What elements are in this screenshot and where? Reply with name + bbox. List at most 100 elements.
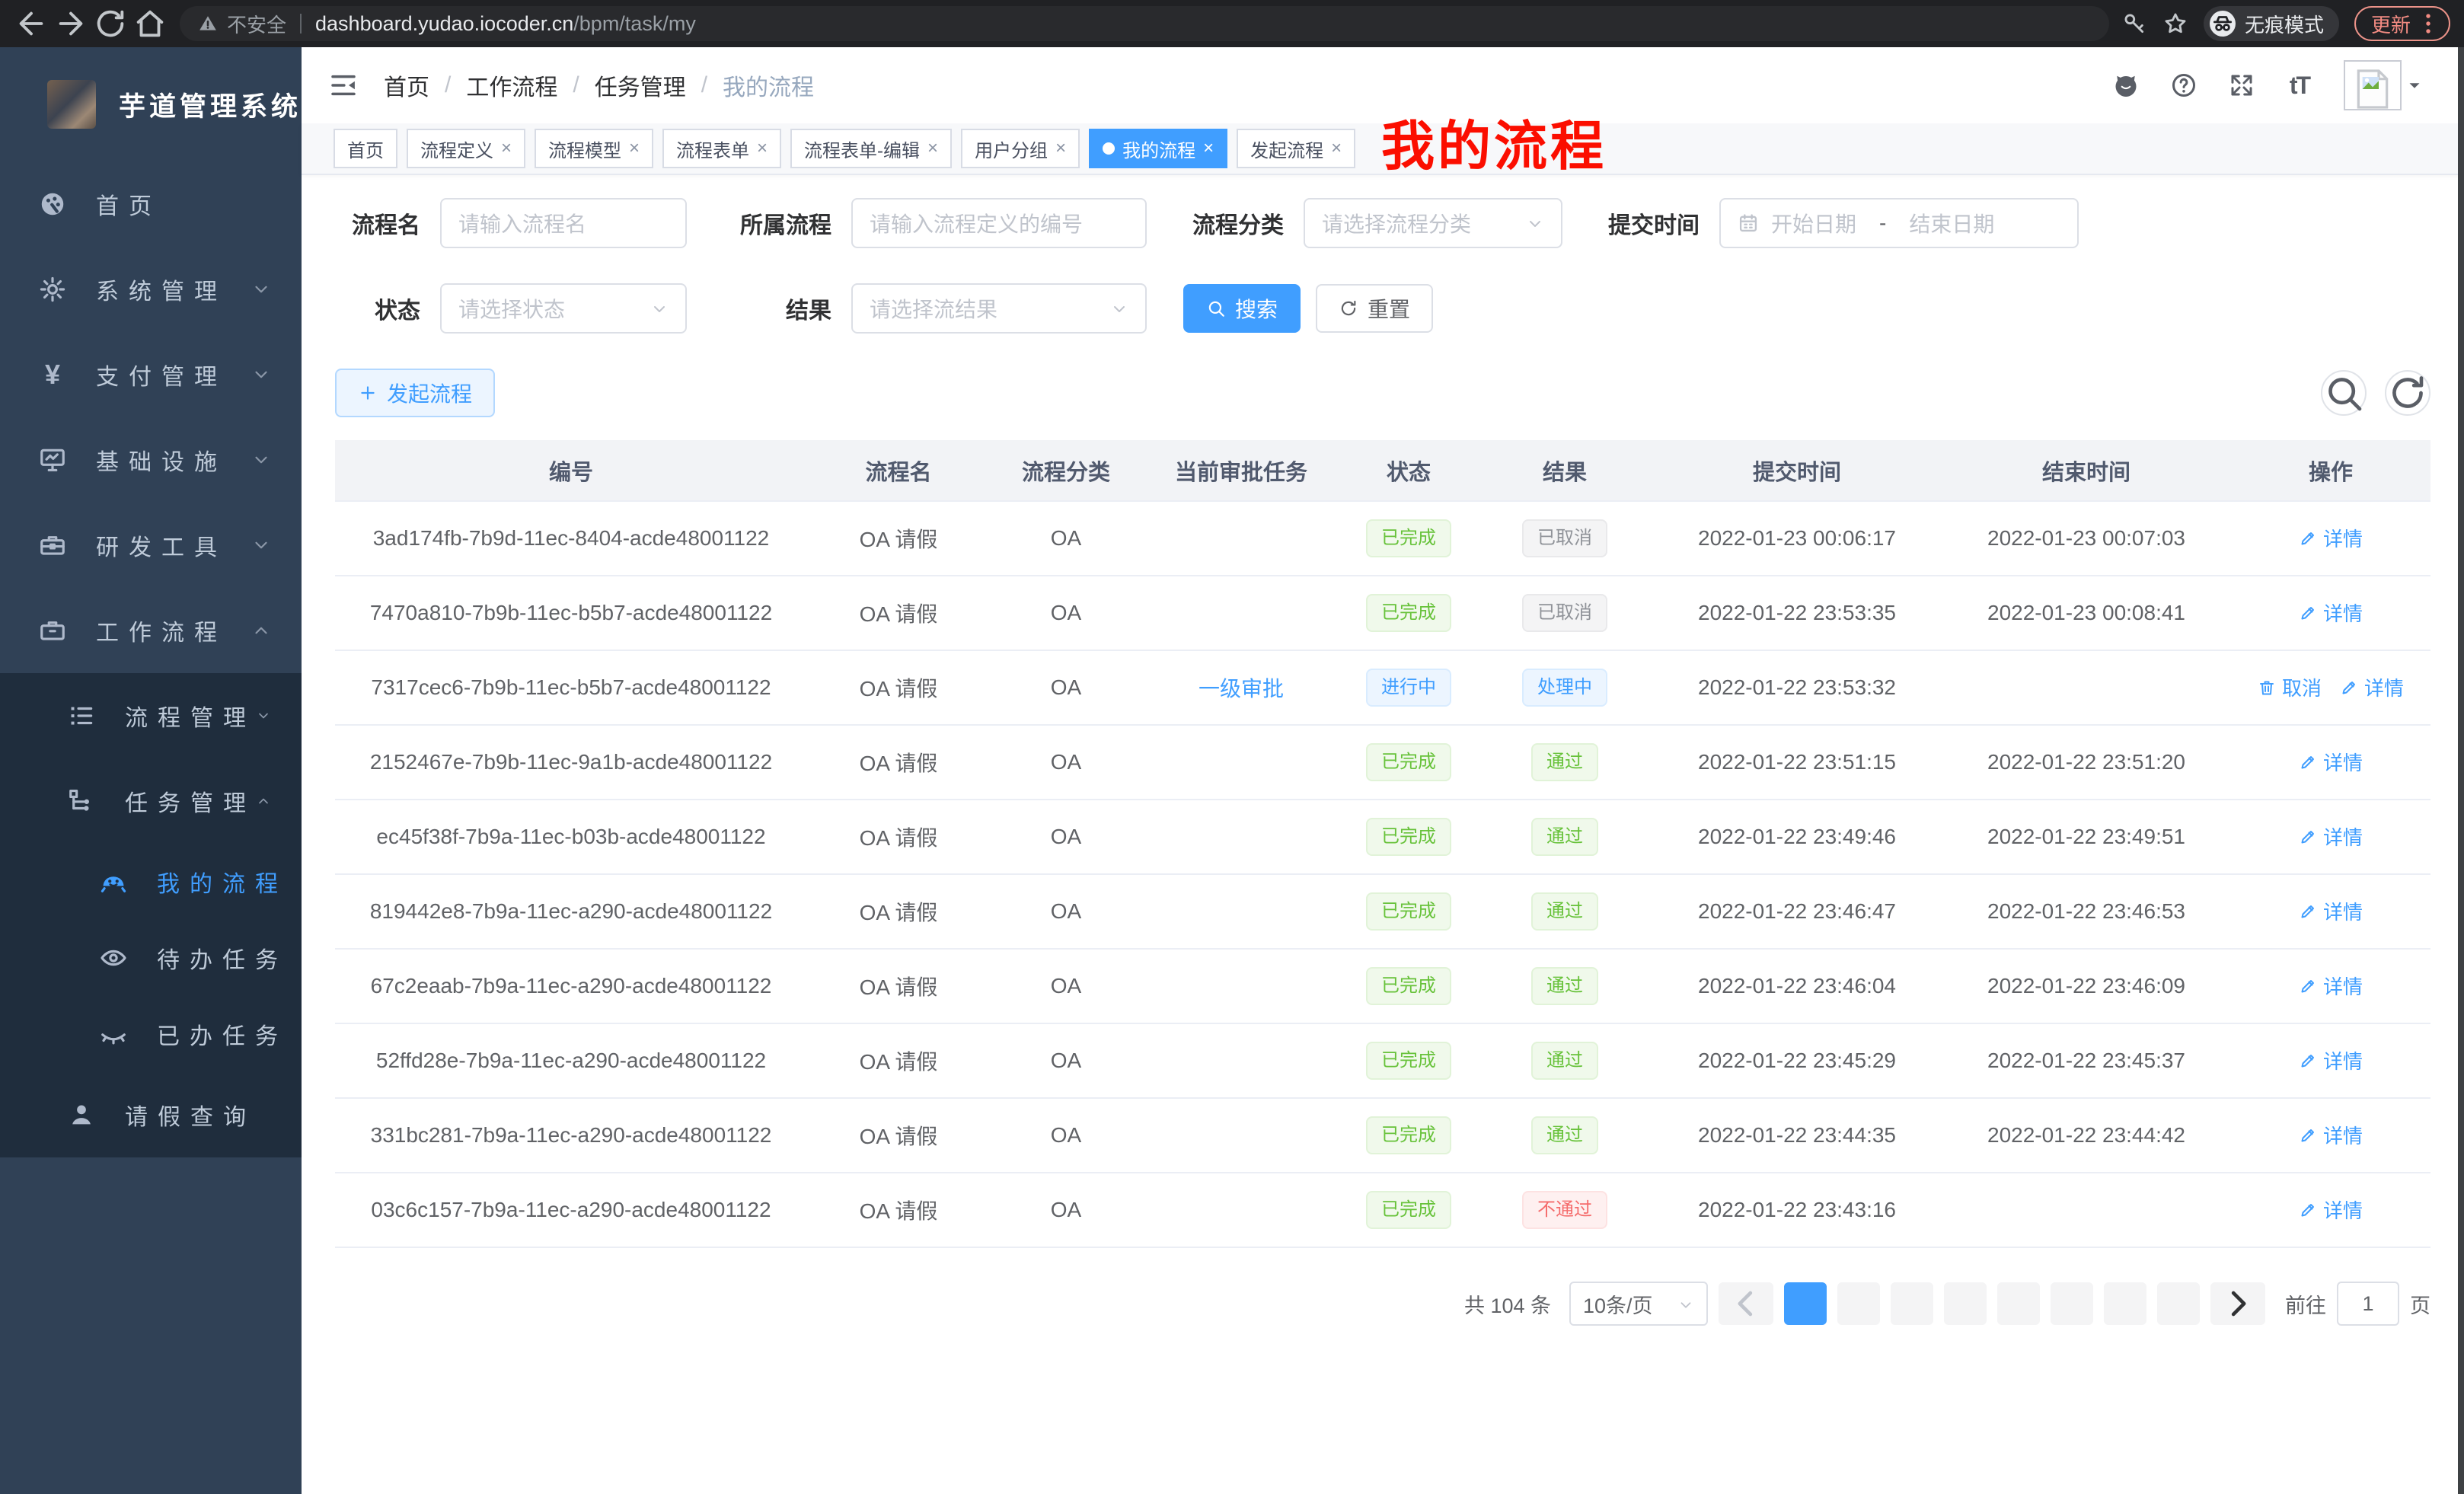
sidebar-item[interactable]: ¥ 支付管理 — [0, 332, 302, 417]
cell-end-time: 2022-01-23 00:07:03 — [1942, 501, 2231, 576]
refresh-table-button[interactable] — [2385, 370, 2430, 416]
bookmark-star-icon[interactable] — [2162, 11, 2188, 37]
url-path: /bpm/task/my — [573, 12, 696, 36]
sidebar-item-label: 任务管理 — [125, 784, 256, 818]
table-row: 7317cec6-7b9b-11ec-b5b7-acde48001122 OA … — [335, 650, 2430, 725]
security-warning-icon[interactable] — [198, 14, 218, 34]
category-select[interactable]: 请选择流程分类 — [1304, 198, 1562, 248]
tab[interactable]: 流程表单-编辑 × — [790, 129, 952, 168]
pen-icon — [2299, 902, 2317, 921]
sidebar-item[interactable]: 我的流程 — [0, 844, 302, 920]
process-definition-input[interactable]: 请输入流程定义的编号 — [851, 198, 1147, 248]
chevron-icon — [251, 535, 271, 555]
password-key-icon[interactable] — [2121, 11, 2147, 37]
browser-nav-icon[interactable] — [14, 6, 49, 41]
tab-close-icon[interactable]: × — [927, 139, 938, 158]
page-number-button[interactable] — [1997, 1282, 2040, 1325]
submit-time-range-picker[interactable]: 开始日期 - 结束日期 — [1719, 198, 2079, 248]
sidebar-logo-row[interactable]: 芋道管理系统 — [0, 47, 302, 161]
page-number-button[interactable] — [1837, 1282, 1880, 1325]
sidebar-item[interactable]: 任务管理 — [0, 758, 302, 844]
tab-close-icon[interactable]: × — [1331, 139, 1342, 158]
process-name-input[interactable]: 请输入流程名 — [440, 198, 687, 248]
tab[interactable]: 用户分组 × — [961, 129, 1080, 168]
page-number-button[interactable] — [1944, 1282, 1987, 1325]
tab[interactable]: 流程定义 × — [407, 129, 525, 168]
pen-icon — [2299, 604, 2317, 622]
sidebar-item[interactable]: 请假查询 — [0, 1072, 302, 1157]
detail-link[interactable]: 详情 — [2299, 1196, 2363, 1224]
detail-link[interactable]: 详情 — [2299, 599, 2363, 627]
navbar-icon[interactable] — [2054, 72, 2082, 99]
status-select[interactable]: 请选择状态 — [440, 283, 687, 334]
goto-page-input[interactable]: 1 — [2337, 1282, 2399, 1326]
tab-close-icon[interactable]: × — [757, 139, 768, 158]
detail-link[interactable]: 详情 — [2299, 1121, 2363, 1149]
search-button[interactable]: 搜索 — [1183, 284, 1301, 333]
tab-close-icon[interactable]: × — [1055, 139, 1066, 158]
tab-close-icon[interactable]: × — [501, 139, 512, 158]
reset-button[interactable]: 重置 — [1316, 284, 1433, 333]
chevron-down-icon — [1526, 214, 1544, 232]
refresh-icon — [1339, 298, 1358, 318]
cell-submit-time: 2022-01-22 23:46:04 — [1652, 949, 1942, 1023]
navbar-icon[interactable] — [2170, 72, 2197, 99]
tab-label: 流程表单 — [676, 136, 749, 162]
result-select[interactable]: 请选择流结果 — [851, 283, 1147, 334]
breadcrumb-item[interactable]: 首页 — [384, 69, 429, 102]
next-page-button[interactable] — [2210, 1282, 2265, 1325]
page-size-select[interactable]: 10条/页 — [1569, 1282, 1708, 1326]
sidebar-item-icon — [67, 701, 96, 730]
tab[interactable]: 我的流程 × — [1089, 129, 1227, 168]
sidebar-item[interactable]: 工作流程 — [0, 588, 302, 673]
browser-nav-icon[interactable] — [132, 6, 168, 41]
sidebar-item[interactable]: 首页 — [0, 161, 302, 247]
cancel-link[interactable]: 取消 — [2258, 673, 2322, 701]
detail-link[interactable]: 详情 — [2299, 1046, 2363, 1074]
sidebar-item[interactable]: 基础设施 — [0, 417, 302, 503]
address-bar[interactable]: 不安全 dashboard.yudao.iocoder.cn /bpm/task… — [180, 6, 2109, 41]
tab[interactable]: 发起流程 × — [1237, 129, 1355, 168]
prev-page-button[interactable] — [1719, 1282, 1773, 1325]
breadcrumb-item[interactable]: 工作流程 — [466, 69, 557, 102]
page-number-button[interactable] — [1784, 1282, 1827, 1325]
detail-link[interactable]: 详情 — [2340, 673, 2404, 701]
page-number-button[interactable] — [2157, 1282, 2200, 1325]
sidebar-item[interactable]: 流程管理 — [0, 673, 302, 758]
detail-link[interactable]: 详情 — [2299, 748, 2363, 776]
create-process-button[interactable]: 发起流程 — [335, 369, 495, 417]
tab[interactable]: 流程表单 × — [662, 129, 781, 168]
detail-link[interactable]: 详情 — [2299, 972, 2363, 1000]
sidebar-item[interactable]: 研发工具 — [0, 503, 302, 588]
sidebar-item-icon — [67, 1100, 96, 1129]
detail-link[interactable]: 详情 — [2299, 524, 2363, 552]
incognito-icon — [2210, 11, 2236, 37]
tab[interactable]: 流程模型 × — [535, 129, 653, 168]
show-search-button[interactable] — [2321, 370, 2367, 416]
navbar-icon[interactable] — [2112, 72, 2140, 99]
detail-link[interactable]: 详情 — [2299, 822, 2363, 851]
page-number-button[interactable] — [1891, 1282, 1933, 1325]
current-task-link[interactable]: 一级审批 — [1198, 677, 1284, 701]
tab-close-icon[interactable]: × — [1203, 139, 1214, 158]
sidebar-item[interactable]: 待办任务 — [0, 920, 302, 996]
avatar[interactable] — [2344, 60, 2402, 110]
browser-menu-icon[interactable] — [2415, 11, 2441, 37]
tab-close-icon[interactable]: × — [629, 139, 640, 158]
navbar-icon[interactable] — [2228, 72, 2255, 99]
tab[interactable]: 首页 — [334, 129, 397, 168]
sidebar-item-label: 工作流程 — [96, 614, 251, 647]
sidebar-item[interactable]: 已办任务 — [0, 996, 302, 1072]
page-number-button[interactable] — [2104, 1282, 2146, 1325]
navbar-icon[interactable]: tT — [2286, 72, 2313, 99]
avatar-caret-icon[interactable] — [2405, 75, 2424, 95]
browser-update-button[interactable]: 更新 — [2354, 6, 2450, 41]
sidebar-item[interactable]: 系统管理 — [0, 247, 302, 332]
breadcrumb-item[interactable]: 任务管理 — [595, 69, 686, 102]
browser-nav-icon[interactable] — [53, 6, 88, 41]
page-number-button[interactable] — [2051, 1282, 2093, 1325]
browser-nav-icon[interactable] — [93, 6, 128, 41]
detail-link[interactable]: 详情 — [2299, 897, 2363, 925]
window-scrollbar[interactable] — [2458, 47, 2464, 1494]
sidebar-collapse-icon[interactable] — [327, 69, 359, 101]
